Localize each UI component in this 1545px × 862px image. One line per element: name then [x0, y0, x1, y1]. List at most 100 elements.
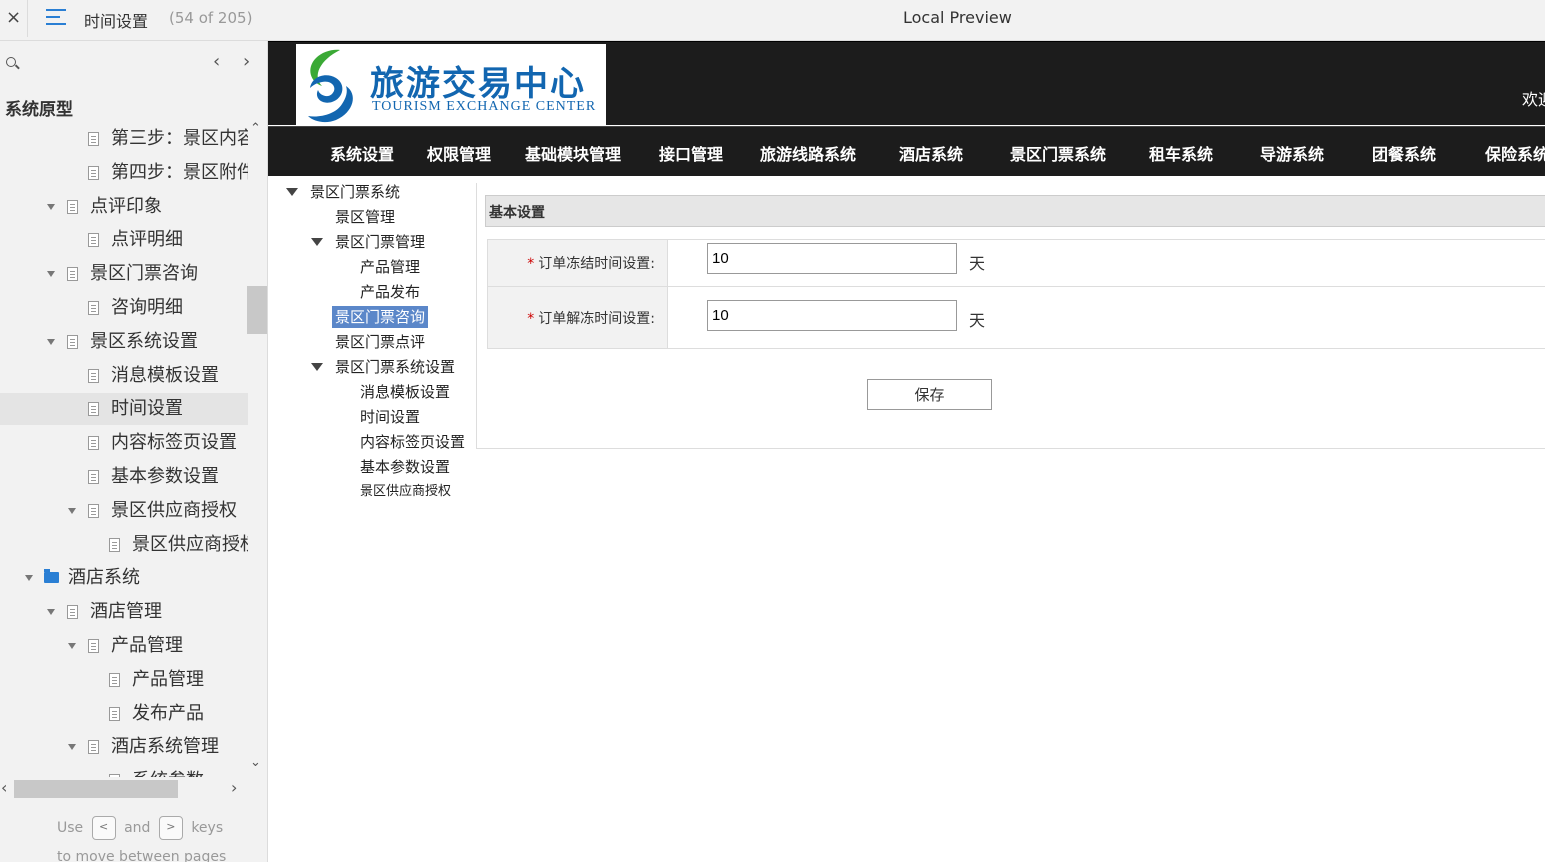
expand-arrow-icon[interactable] — [47, 203, 55, 210]
page-icon — [109, 706, 120, 721]
right-key-icon: > — [158, 816, 183, 840]
save-button[interactable]: 保存 — [867, 379, 992, 410]
nav-item[interactable]: 接口管理 — [659, 141, 723, 165]
module-tree-item[interactable]: 基本参数设置 — [360, 456, 450, 478]
expand-arrow-icon[interactable] — [68, 507, 76, 514]
sitemap-item[interactable]: 产品管理 — [0, 664, 248, 696]
sitemap-item-label: 系统参数 — [132, 765, 204, 777]
nav-item[interactable]: 权限管理 — [427, 141, 491, 165]
module-tree-item[interactable]: 景区门票点评 — [335, 331, 425, 353]
sitemap-item[interactable]: 景区供应商授权 — [0, 529, 248, 561]
nav-item[interactable]: 租车系统 — [1149, 141, 1213, 165]
module-tree-item[interactable]: 内容标签页设置 — [360, 431, 465, 453]
page-icon — [109, 672, 120, 687]
sitemap-item-label: 点评印象 — [90, 195, 162, 217]
sitemap-item[interactable]: 景区门票咨询 — [0, 258, 248, 290]
expand-arrow-icon[interactable] — [25, 575, 33, 582]
sitemap-item[interactable]: 第三步：景区内容 — [0, 123, 248, 155]
nav-item[interactable]: 保险系统 — [1485, 141, 1545, 165]
sitemap-item-label: 酒店管理 — [90, 601, 162, 623]
nav-item[interactable]: 导游系统 — [1260, 141, 1324, 165]
module-tree-item[interactable]: 消息模板设置 — [360, 381, 450, 403]
sitemap-tree: 第三步：景区内容 第四步：景区附件点评印象点评明细 景区门票咨询 咨询明细 景区系统设置… — [0, 122, 248, 777]
sitemap-item[interactable]: 景区系统设置 — [0, 326, 248, 358]
module-tree-item[interactable]: 产品发布 — [360, 281, 420, 303]
preview-frame: 旅游交易中心 TOURISM EXCHANGE CENTER 欢迎 系统设置 权限… — [268, 41, 1545, 862]
sitemap-item[interactable]: 发布产品 — [0, 698, 248, 730]
sitemap-item[interactable]: 基本参数设置 — [0, 461, 248, 493]
scroll-down-icon[interactable]: ⌄ — [250, 755, 261, 770]
freeze-time-label: * 订单冻结时间设置: — [488, 240, 668, 286]
expand-arrow-icon[interactable] — [311, 238, 323, 246]
unfreeze-time-input[interactable] — [707, 300, 957, 331]
module-tree-item[interactable]: 景区管理 — [335, 206, 395, 228]
folder-icon — [44, 569, 59, 584]
module-tree-item[interactable]: 景区门票系统设置 — [335, 356, 455, 378]
sitemap-item-label: 景区供应商授权 — [111, 499, 237, 521]
horizontal-scrollbar-thumb[interactable] — [14, 780, 178, 798]
sitemap-item[interactable]: 内容标签页设置 — [0, 427, 248, 459]
scroll-up-icon[interactable]: ⌃ — [250, 121, 261, 136]
module-tree-root[interactable]: 景区门票系统 — [310, 181, 400, 203]
page-icon — [88, 368, 99, 383]
preview-title: Local Preview — [903, 8, 1012, 27]
page-icon — [88, 301, 99, 315]
scroll-left-icon[interactable]: ‹ — [1, 778, 7, 797]
vertical-scrollbar[interactable] — [247, 122, 267, 777]
sitemap-item[interactable]: 点评明细 — [0, 224, 248, 256]
page-icon — [109, 537, 120, 552]
vertical-scrollbar-thumb[interactable] — [247, 286, 267, 334]
expand-arrow-icon[interactable] — [68, 744, 76, 751]
sitemap-item-label: 酒店系统管理 — [111, 736, 219, 758]
module-tree-item[interactable]: 产品管理 — [360, 256, 420, 278]
page-icon — [109, 774, 120, 777]
hamburger-menu-icon[interactable] — [46, 9, 66, 27]
sitemap-panel: ‹ › 系统原型 第三步：景区内容 第四步：景区附件 点评印象 点评明细 景区门票咨询咨… — [0, 41, 268, 862]
page-icon — [67, 267, 78, 282]
nav-item[interactable]: 酒店系统 — [899, 141, 963, 165]
nav-item[interactable]: 景区门票系统 — [1010, 141, 1106, 165]
page-icon — [88, 165, 99, 180]
sitemap-item[interactable]: 酒店系统 — [0, 562, 248, 594]
sitemap-item[interactable]: 系统参数 — [0, 765, 248, 777]
search-icon[interactable] — [6, 57, 16, 67]
expand-arrow-icon[interactable] — [68, 643, 76, 649]
expand-arrow-icon[interactable] — [311, 363, 323, 371]
sitemap-item[interactable]: 酒店管理 — [0, 596, 248, 628]
previous-page-button[interactable]: ‹ — [213, 51, 220, 72]
sitemap-item[interactable]: 第四步：景区附件 — [0, 157, 248, 189]
sitemap-item[interactable]: 景区供应商授权 — [0, 495, 248, 527]
nav-item[interactable]: 系统设置 — [330, 141, 394, 165]
freeze-time-input[interactable] — [707, 243, 957, 274]
next-page-button[interactable]: › — [243, 51, 250, 72]
module-tree-item[interactable]: 景区供应商授权 — [360, 481, 451, 503]
module-tree-item[interactable]: 景区门票咨询 — [332, 306, 429, 328]
module-tree-item[interactable]: 景区门票管理 — [335, 231, 425, 253]
close-icon[interactable]: × — [0, 0, 28, 37]
expand-arrow-icon[interactable] — [47, 271, 55, 278]
sitemap-item[interactable]: 咨询明细 — [0, 292, 248, 324]
sitemap-item-label: 酒店系统 — [68, 567, 140, 589]
sitemap-item[interactable]: 消息模板设置 — [0, 360, 248, 392]
unfreeze-label-text: 订单解冻时间设置: — [538, 310, 655, 327]
expand-arrow-icon[interactable] — [286, 188, 298, 196]
nav-item[interactable]: 团餐系统 — [1372, 141, 1436, 165]
expand-arrow-icon[interactable] — [47, 609, 55, 616]
sitemap-item[interactable]: 产品管理 — [0, 630, 248, 662]
nav-item[interactable]: 旅游线路系统 — [760, 141, 856, 165]
section-header: 基本设置 — [485, 195, 1545, 227]
sitemap-item[interactable]: 点评印象 — [0, 191, 248, 223]
expand-arrow-icon[interactable] — [47, 338, 55, 345]
sitemap-item-label: 内容标签页设置 — [111, 432, 237, 454]
hint-line-2: to move between pages — [57, 849, 227, 862]
unfreeze-time-row: *订单解冻时间设置: 天 — [487, 286, 1545, 349]
left-key-icon: < — [91, 816, 116, 840]
sitemap-item-label: 产品管理 — [111, 635, 183, 656]
module-tree-item[interactable]: 时间设置 — [360, 406, 420, 428]
sitemap-item[interactable]: 时间设置 — [0, 393, 248, 426]
nav-item[interactable]: 基础模块管理 — [525, 141, 621, 165]
sitemap-item[interactable]: 酒店系统管理 — [0, 731, 248, 763]
required-mark: * — [527, 310, 535, 327]
unfreeze-unit: 天 — [969, 311, 986, 330]
scroll-right-icon[interactable]: › — [231, 778, 237, 797]
